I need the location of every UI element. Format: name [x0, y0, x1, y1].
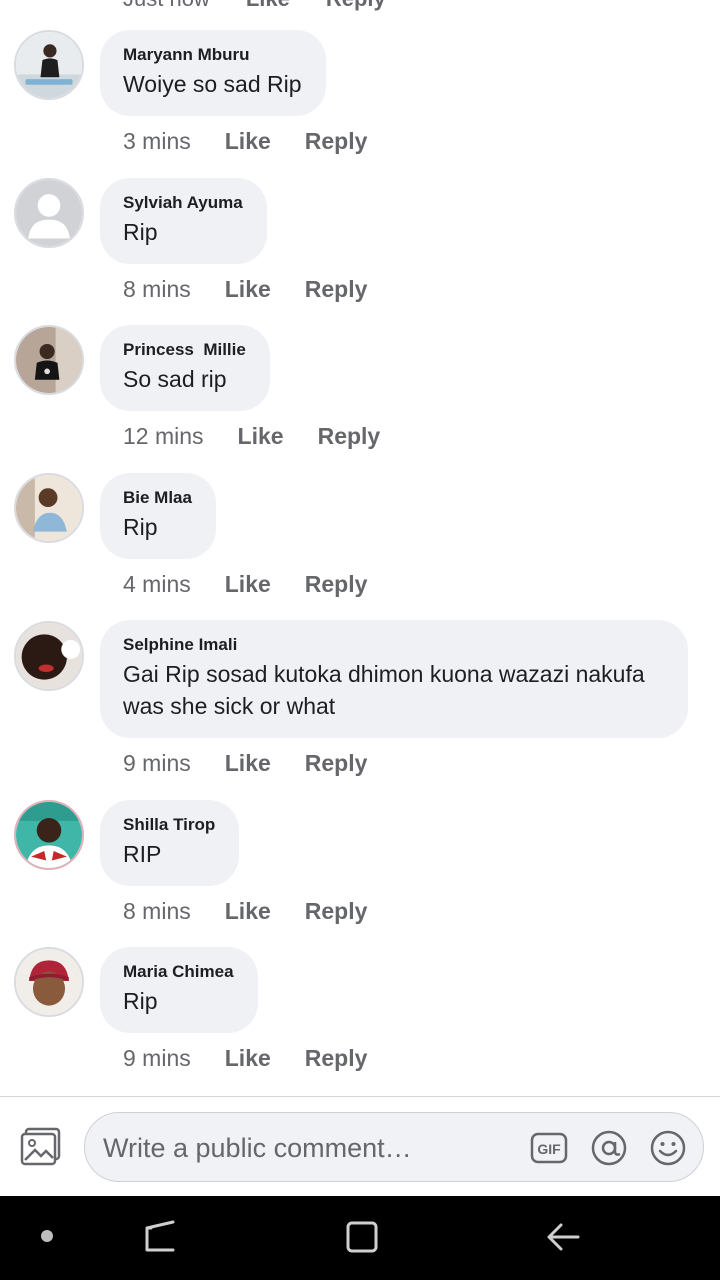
comment-bubble[interactable]: Maryann Mburu Woiye so sad Rip	[100, 30, 326, 116]
comment-bubble[interactable]: Bie Mlaa Rip	[100, 473, 216, 559]
commenter-name[interactable]: Sylviah Ayuma	[123, 192, 243, 214]
like-button[interactable]: Like	[225, 571, 271, 598]
like-button[interactable]: Like	[225, 750, 271, 777]
like-button[interactable]: Like	[246, 0, 290, 11]
comment-actions: 12 mins Like Reply	[123, 421, 380, 451]
comment-bubble[interactable]: Sylviah Ayuma Rip	[100, 178, 267, 264]
comment-composer: GIF	[0, 1096, 720, 1196]
commenter-name[interactable]: Selphine Imali	[123, 634, 664, 656]
comment-actions: 8 mins Like Reply	[123, 274, 367, 304]
reply-button[interactable]: Reply	[305, 128, 368, 155]
comment-bubble[interactable]: Maria Chimea Rip	[100, 947, 258, 1033]
commenter-name[interactable]: Princess Millie	[123, 339, 246, 361]
comment-time: Just now	[123, 0, 210, 11]
avatar[interactable]	[14, 178, 84, 248]
reply-button[interactable]: Reply	[326, 0, 386, 11]
avatar[interactable]	[14, 473, 84, 543]
partial-comment-actions: Just now Like Reply	[123, 0, 386, 11]
recent-apps-icon[interactable]	[141, 1218, 179, 1256]
comment-bubble[interactable]: Selphine Imali Gai Rip sosad kutoka dhim…	[100, 620, 688, 738]
comment-time: 12 mins	[123, 422, 204, 449]
comment-actions: 8 mins Like Reply	[123, 896, 367, 926]
comment-text: Woiye so sad Rip	[123, 71, 302, 97]
reply-button[interactable]: Reply	[305, 276, 368, 303]
at-sign-icon[interactable]	[590, 1129, 628, 1167]
commenter-name[interactable]: Maria Chimea	[123, 961, 234, 983]
comment-text: Rip	[123, 988, 158, 1014]
comment-time: 9 mins	[123, 749, 191, 776]
avatar[interactable]	[14, 621, 84, 691]
reply-button[interactable]: Reply	[318, 423, 381, 450]
comment-text: Rip	[123, 514, 158, 540]
like-button[interactable]: Like	[225, 128, 271, 155]
system-nav-bar	[0, 1196, 720, 1280]
like-button[interactable]: Like	[238, 423, 284, 450]
reply-button[interactable]: Reply	[305, 750, 368, 777]
smiley-icon[interactable]	[649, 1129, 687, 1167]
commenter-name[interactable]: Maryann Mburu	[123, 44, 302, 66]
avatar[interactable]	[14, 947, 84, 1017]
comment-actions: 9 mins Like Reply	[123, 748, 367, 778]
svg-text:GIF: GIF	[537, 1141, 561, 1157]
comment-time: 3 mins	[123, 127, 191, 154]
comment-bubble[interactable]: Shilla Tirop RIP	[100, 800, 240, 886]
comment-text: RIP	[123, 841, 162, 867]
home-icon[interactable]	[343, 1218, 381, 1256]
avatar[interactable]	[14, 800, 84, 870]
comment-actions: 3 mins Like Reply	[123, 126, 367, 156]
comment-bubble[interactable]: Princess Millie So sad rip	[100, 325, 270, 411]
comment-input-container[interactable]: GIF	[84, 1112, 704, 1182]
reply-button[interactable]: Reply	[305, 571, 368, 598]
like-button[interactable]: Like	[225, 1045, 271, 1072]
reply-button[interactable]: Reply	[305, 1045, 368, 1072]
comment-time: 8 mins	[123, 275, 191, 302]
comment-time: 9 mins	[123, 1044, 191, 1071]
comment-text: Rip	[123, 219, 158, 245]
comment-input[interactable]	[103, 1123, 523, 1173]
commenter-name[interactable]: Shilla Tirop	[123, 814, 215, 836]
like-button[interactable]: Like	[225, 276, 271, 303]
like-button[interactable]: Like	[225, 898, 271, 925]
comment-feed[interactable]: Just now Like Reply Maryann Mburu Woiye …	[0, 0, 720, 1096]
avatar[interactable]	[14, 325, 84, 395]
comment-time: 4 mins	[123, 570, 191, 597]
gif-icon[interactable]: GIF	[530, 1129, 568, 1167]
dot-icon[interactable]	[41, 1230, 53, 1242]
comment-time: 8 mins	[123, 897, 191, 924]
comment-actions: 4 mins Like Reply	[123, 569, 367, 599]
comment-text: So sad rip	[123, 366, 227, 392]
comment-text: Gai Rip sosad kutoka dhimon kuona wazazi…	[123, 661, 645, 719]
photo-icon[interactable]	[20, 1127, 62, 1167]
reply-button[interactable]: Reply	[305, 898, 368, 925]
avatar[interactable]	[14, 30, 84, 100]
back-icon[interactable]	[543, 1218, 583, 1256]
commenter-name[interactable]: Bie Mlaa	[123, 487, 192, 509]
comment-actions: 9 mins Like Reply	[123, 1043, 367, 1073]
